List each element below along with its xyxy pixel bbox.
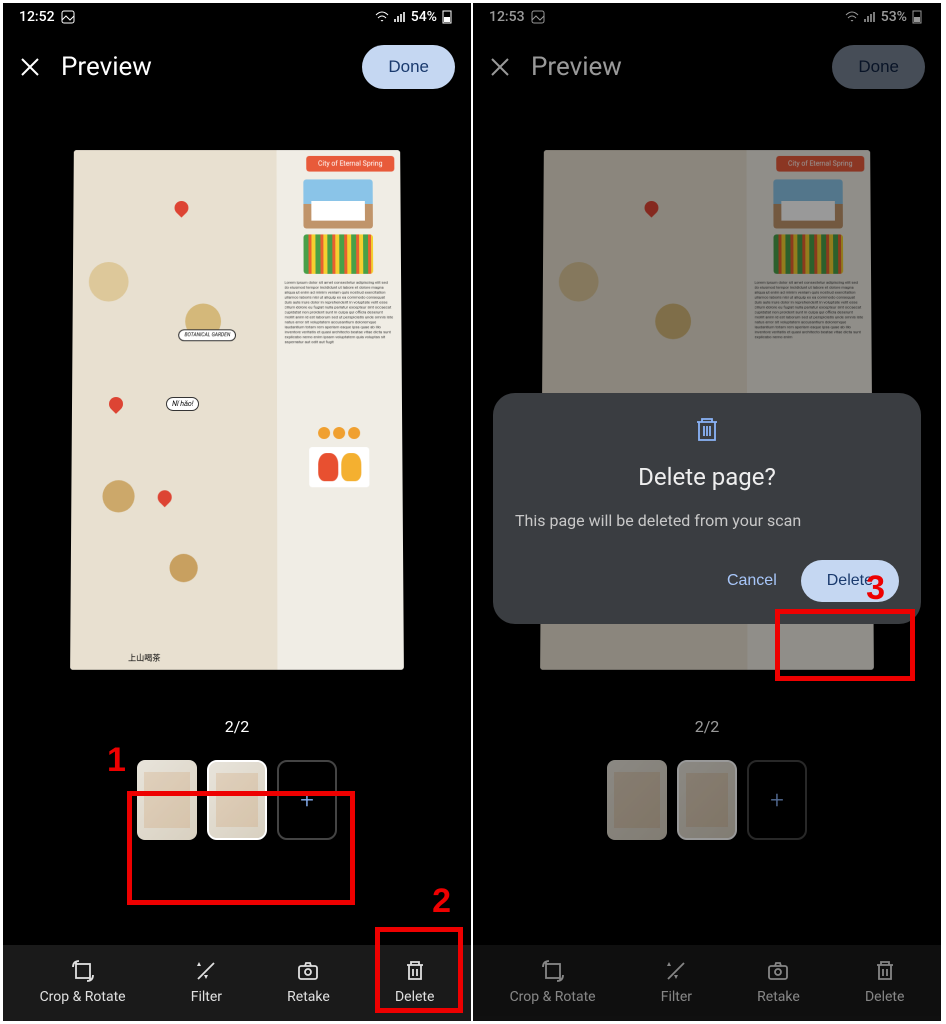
camera-icon bbox=[766, 959, 790, 983]
done-button[interactable]: Done bbox=[362, 45, 455, 89]
dialog-cancel-button[interactable]: Cancel bbox=[721, 562, 783, 600]
label-bubble: BOTANICAL GARDEN bbox=[179, 329, 237, 341]
status-bar: 12:53 53% bbox=[473, 3, 941, 27]
add-page-button[interactable]: + bbox=[747, 760, 807, 840]
signal-icon bbox=[863, 10, 877, 24]
filter-icon bbox=[194, 959, 218, 983]
retake-button[interactable]: Retake bbox=[287, 959, 330, 1005]
filter-button[interactable]: Filter bbox=[191, 959, 222, 1005]
bottom-toolbar: Crop & Rotate Filter Retake Delete bbox=[473, 945, 941, 1021]
status-time: 12:52 bbox=[19, 9, 55, 25]
battery-icon bbox=[911, 10, 925, 24]
annotation-number-1: 1 bbox=[107, 741, 126, 780]
wifi-icon bbox=[845, 10, 859, 24]
dialog-title: Delete page? bbox=[515, 463, 899, 491]
page-title: Preview bbox=[61, 52, 152, 82]
close-icon[interactable] bbox=[489, 56, 511, 78]
speech-bubble: Nǐ hǎo! bbox=[166, 397, 199, 411]
wifi-icon bbox=[375, 10, 389, 24]
close-icon[interactable] bbox=[19, 56, 41, 78]
thumbnail-page-1[interactable] bbox=[607, 760, 667, 840]
crop-rotate-button[interactable]: Crop & Rotate bbox=[510, 959, 596, 1005]
done-button[interactable]: Done bbox=[832, 45, 925, 89]
trash-icon bbox=[873, 959, 897, 983]
delete-dialog: Delete page? This page will be deleted f… bbox=[493, 393, 921, 624]
dialog-message: This page will be deleted from your scan bbox=[515, 509, 899, 532]
annotation-box-2 bbox=[375, 927, 463, 1013]
page-counter: 2/2 bbox=[473, 717, 941, 736]
image-icon bbox=[61, 10, 75, 24]
crop-rotate-icon bbox=[541, 959, 565, 983]
screenshot-right: 12:53 53% Preview Done Nǐ hǎo! bbox=[473, 3, 943, 1021]
retake-button[interactable]: Retake bbox=[757, 959, 800, 1005]
trash-icon bbox=[694, 417, 720, 443]
battery-icon bbox=[441, 10, 455, 24]
page-counter: 2/2 bbox=[3, 717, 471, 736]
crop-rotate-button[interactable]: Crop & Rotate bbox=[40, 959, 126, 1005]
crop-rotate-icon bbox=[71, 959, 95, 983]
filter-button[interactable]: Filter bbox=[661, 959, 692, 1005]
status-battery: 53% bbox=[881, 9, 907, 25]
annotation-box-1 bbox=[127, 791, 355, 905]
caption: 上山喝茶 bbox=[128, 652, 160, 663]
delete-button[interactable]: Delete bbox=[865, 959, 904, 1005]
doc-badge: City of Eternal Spring bbox=[776, 156, 864, 172]
thumbnail-page-2[interactable] bbox=[677, 760, 737, 840]
doc-badge: City of Eternal Spring bbox=[306, 156, 394, 172]
document-preview-area[interactable]: Nǐ hǎo! BOTANICAL GARDEN 上山喝茶 City of Et… bbox=[3, 107, 471, 677]
filter-icon bbox=[664, 959, 688, 983]
status-bar: 12:52 54% bbox=[3, 3, 471, 27]
header: Preview Done bbox=[3, 27, 471, 107]
document-preview: Nǐ hǎo! BOTANICAL GARDEN 上山喝茶 City of Et… bbox=[70, 150, 404, 670]
annotation-box-3 bbox=[775, 609, 915, 681]
header: Preview Done bbox=[473, 27, 941, 107]
thumbnail-strip: + bbox=[473, 754, 941, 846]
screenshot-left: 12:52 54% Preview Done Nǐ hǎo! BOTAN bbox=[3, 3, 473, 1021]
image-icon bbox=[531, 10, 545, 24]
status-time: 12:53 bbox=[489, 9, 525, 25]
page-title: Preview bbox=[531, 52, 622, 82]
signal-icon bbox=[393, 10, 407, 24]
status-battery: 54% bbox=[411, 9, 437, 25]
annotation-number-3: 3 bbox=[866, 569, 885, 608]
camera-icon bbox=[296, 959, 320, 983]
annotation-number-2: 2 bbox=[432, 882, 451, 921]
